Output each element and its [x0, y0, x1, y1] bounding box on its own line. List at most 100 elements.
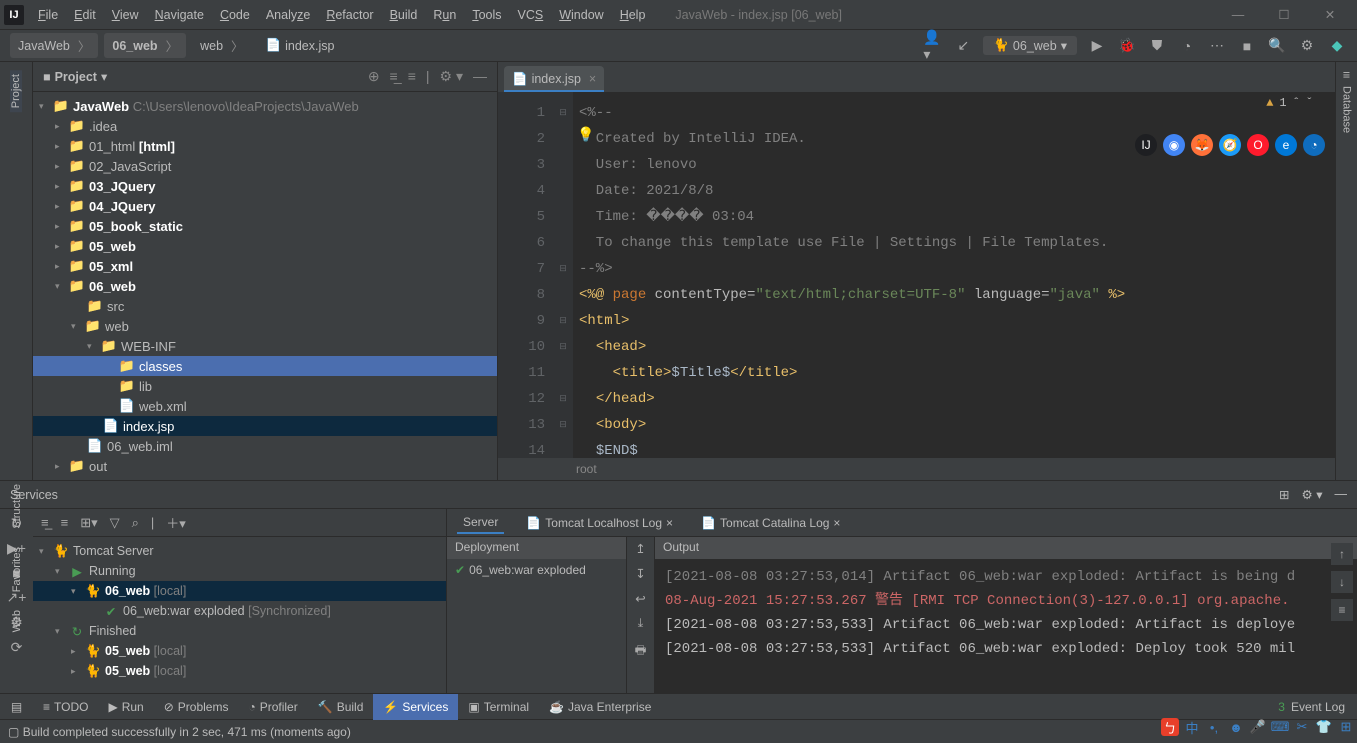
- menu-vcs[interactable]: VCS: [512, 5, 550, 25]
- ime-mode[interactable]: 中: [1183, 718, 1201, 736]
- menu-help[interactable]: Help: [614, 5, 652, 25]
- main-menu[interactable]: File Edit View Navigate Code Analyze Ref…: [32, 5, 651, 25]
- settings-icon[interactable]: ⚙: [1297, 36, 1317, 56]
- console-output[interactable]: [2021-08-08 03:27:53,014] Artifact 06_we…: [655, 559, 1357, 693]
- maximize-button[interactable]: ☐: [1261, 0, 1307, 30]
- tree-folder: ▾📁06_web: [33, 276, 497, 296]
- scroll-target-icon[interactable]: ⊕: [368, 68, 380, 85]
- deploy-item[interactable]: ✔06_web:war exploded: [447, 559, 626, 693]
- menu-refactor[interactable]: Refactor: [320, 5, 379, 25]
- user-icon[interactable]: 👤▾: [923, 36, 943, 56]
- terminal-tab[interactable]: ▣ Terminal: [458, 694, 539, 720]
- todo-tab[interactable]: ≡ TODO: [33, 694, 98, 720]
- run-tab[interactable]: ▶ Run: [98, 694, 153, 720]
- editor-tab[interactable]: 📄index.jsp×: [504, 66, 604, 92]
- run-config-selector[interactable]: 🐈06_web ▾: [983, 36, 1077, 55]
- crumb-dir[interactable]: web〉: [192, 33, 251, 58]
- menu-analyze[interactable]: Analyze: [260, 5, 316, 25]
- hammer-icon[interactable]: ↙: [953, 36, 973, 56]
- scroll-icon[interactable]: ⤓: [638, 616, 644, 631]
- hide-panel-icon[interactable]: —: [473, 68, 487, 85]
- chrome-icon[interactable]: ◉: [1163, 134, 1185, 156]
- firefox-icon[interactable]: 🦊: [1191, 134, 1213, 156]
- tree-folder: ▸📁05_book_static: [33, 216, 497, 236]
- jee-tab[interactable]: ☕ Java Enterprise: [539, 694, 661, 720]
- menu-tools[interactable]: Tools: [466, 5, 507, 25]
- problems-tab[interactable]: ⊘ Problems: [154, 694, 239, 720]
- ime-systray: ㄅ 中 •, ☻ 🎤 ⌨ ✂ 👕 ⊞: [1161, 718, 1355, 736]
- filter-icon[interactable]: ▽: [110, 515, 120, 531]
- debug-icon[interactable]: 🐞: [1117, 36, 1137, 56]
- project-tree[interactable]: ▾📁JavaWeb C:\Users\lenovo\IdeaProjects\J…: [33, 92, 497, 480]
- soft-wrap-icon[interactable]: ↩: [635, 591, 645, 606]
- opera-icon[interactable]: O: [1247, 134, 1269, 156]
- close-button[interactable]: ✕: [1307, 0, 1353, 30]
- gear-icon[interactable]: ⚙ ▾: [440, 68, 463, 85]
- group-icon[interactable]: ⌕: [132, 515, 139, 531]
- down-icon[interactable]: ↧: [635, 566, 645, 581]
- toolwindow-list-icon[interactable]: ▤: [11, 700, 22, 714]
- expand-all-icon[interactable]: ≡̲: [390, 68, 398, 85]
- scroll-end-icon[interactable]: ≡: [1331, 599, 1353, 621]
- coverage-icon[interactable]: ⛊: [1147, 36, 1167, 56]
- attach-icon[interactable]: ⋯: [1207, 36, 1227, 56]
- menu-window[interactable]: Window: [553, 5, 609, 25]
- menu-file[interactable]: File: [32, 5, 64, 25]
- services-panel: Services ⊞ ⚙ ▾ — ↻ ▶+ ■ ↗+ ⚙ ⟳ ≡̲≡ ⊞▾▽⌕ …: [0, 480, 1357, 693]
- tree-folder: 📁lib: [33, 376, 497, 396]
- tab-catalina-log[interactable]: 📄 Tomcat Catalina Log ×: [695, 513, 846, 533]
- safari-icon[interactable]: 🧭: [1219, 134, 1241, 156]
- print-icon[interactable]: 🖶: [635, 641, 647, 662]
- menu-code[interactable]: Code: [214, 5, 256, 25]
- scroll-down-icon[interactable]: ↓: [1331, 571, 1353, 593]
- close-tab-icon[interactable]: ×: [589, 72, 596, 86]
- event-log-tab[interactable]: Event Log: [1291, 700, 1345, 714]
- crumb-module[interactable]: 06_web〉: [104, 33, 186, 58]
- services-tree[interactable]: ▾🐈Tomcat Server ▾▶Running ▾🐈06_web [loca…: [33, 537, 446, 693]
- profiler-tab[interactable]: ◔ Profiler: [238, 694, 307, 720]
- project-view-selector[interactable]: ■ Project ▾: [43, 69, 107, 84]
- gear-icon[interactable]: ⚙ ▾: [1302, 487, 1323, 502]
- ime-icon[interactable]: ㄅ: [1161, 718, 1179, 736]
- status-icon[interactable]: ▢: [8, 725, 19, 739]
- add-icon[interactable]: ＋▾: [166, 513, 186, 532]
- tab-server[interactable]: Server: [457, 512, 504, 534]
- menu-navigate[interactable]: Navigate: [149, 5, 210, 25]
- layout-icon[interactable]: ⊞: [1279, 487, 1289, 502]
- builtin-browser-icon[interactable]: IJ: [1135, 134, 1157, 156]
- profile-icon[interactable]: ◔: [1177, 36, 1197, 56]
- edge-icon[interactable]: ◔: [1303, 134, 1325, 156]
- ie-icon[interactable]: e: [1275, 134, 1297, 156]
- grid-icon[interactable]: ⊞▾: [80, 515, 97, 531]
- database-tool-button[interactable]: Database: [1341, 82, 1353, 137]
- run-icon[interactable]: ▶: [1087, 36, 1107, 56]
- up-icon[interactable]: ↥: [635, 541, 645, 556]
- editor-breadcrumb[interactable]: root: [498, 458, 1335, 480]
- menu-build[interactable]: Build: [384, 5, 424, 25]
- minimize-button[interactable]: —: [1215, 0, 1261, 30]
- inspection-indicator[interactable]: ▲1ˆˇ: [1266, 96, 1313, 110]
- expand-icon[interactable]: ≡̲: [41, 515, 49, 530]
- fold-column[interactable]: ⊟⊟⊟⊟⊟⊟: [553, 92, 573, 458]
- services-tab[interactable]: ⚡ Services: [373, 694, 458, 720]
- tab-localhost-log[interactable]: 📄 Tomcat Localhost Log ×: [520, 513, 679, 533]
- build-tab[interactable]: 🔨 Build: [308, 694, 374, 720]
- favorites-tool-button[interactable]: Favorites: [11, 543, 23, 596]
- search-icon[interactable]: 🔍: [1267, 36, 1287, 56]
- structure-tool-button[interactable]: Structure: [11, 480, 23, 533]
- scroll-up-icon[interactable]: ↑: [1331, 543, 1353, 565]
- intention-bulb-icon[interactable]: 💡: [577, 127, 594, 144]
- crumb-file[interactable]: 📄index.jsp: [258, 35, 343, 56]
- collapse-all-icon[interactable]: ≡: [408, 68, 416, 85]
- hide-panel-icon[interactable]: —: [1335, 487, 1348, 502]
- codewithme-icon[interactable]: ◆: [1327, 36, 1347, 56]
- menu-view[interactable]: View: [106, 5, 145, 25]
- crumb-root[interactable]: JavaWeb〉: [10, 33, 98, 58]
- menu-run[interactable]: Run: [427, 5, 462, 25]
- collapse-icon[interactable]: ≡: [61, 515, 69, 530]
- web-tool-button[interactable]: Web: [11, 606, 23, 636]
- menu-edit[interactable]: Edit: [68, 5, 102, 25]
- database-icon[interactable]: ≡: [1343, 68, 1350, 82]
- project-tool-button[interactable]: Project: [10, 70, 22, 112]
- stop-icon[interactable]: ■: [1237, 36, 1257, 56]
